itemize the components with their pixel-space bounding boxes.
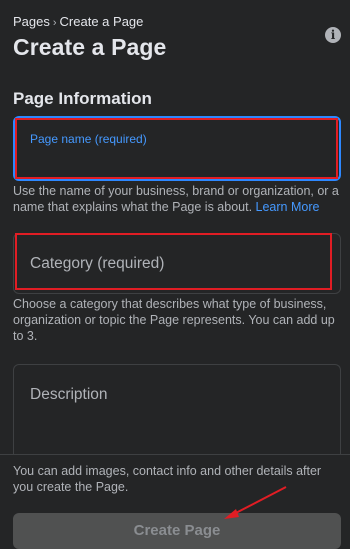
section-title: Page Information (13, 89, 152, 108)
breadcrumb: Pages › Create a Page (13, 14, 143, 29)
category-field[interactable]: Category (required) (13, 233, 341, 294)
category-placeholder: Category (required) (30, 255, 165, 272)
footer-divider (0, 454, 350, 455)
breadcrumb-pages-link[interactable]: Pages (13, 14, 50, 29)
breadcrumb-current: Create a Page (59, 14, 144, 29)
category-helper: Choose a category that describes what ty… (13, 297, 335, 343)
page-name-label: Page name (required) (30, 132, 147, 146)
breadcrumb-separator: › (52, 17, 57, 29)
learn-more-link[interactable]: Learn More (256, 200, 320, 214)
footer-note: You can add images, contact info and oth… (13, 464, 322, 494)
description-placeholder: Description (30, 386, 108, 403)
info-icon[interactable]: i (325, 27, 341, 43)
page-title: Create a Page (13, 34, 167, 60)
create-page-button[interactable]: Create Page (13, 513, 341, 549)
page-name-field[interactable]: Page name (required) (13, 116, 341, 181)
page-name-helper: Use the name of your business, brand or … (13, 183, 343, 215)
description-field[interactable]: Description (13, 364, 341, 454)
